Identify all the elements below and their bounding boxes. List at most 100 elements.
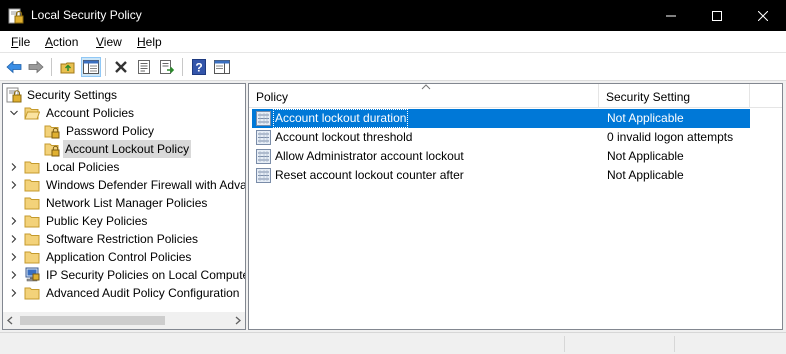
tree-item-network-list-manager-policies[interactable]: Network List Manager Policies bbox=[3, 194, 245, 212]
forward-button[interactable] bbox=[26, 57, 46, 77]
tree-item-local-policies[interactable]: Local Policies bbox=[3, 158, 245, 176]
up-one-level-button[interactable] bbox=[58, 57, 78, 77]
tree-item-label: Password Policy bbox=[66, 124, 155, 138]
svg-text:?: ? bbox=[195, 61, 202, 75]
folder-icon bbox=[24, 215, 40, 228]
column-header-label: Policy bbox=[256, 90, 289, 104]
status-bar bbox=[0, 332, 786, 354]
close-button[interactable] bbox=[740, 0, 786, 31]
folder-icon bbox=[24, 233, 40, 246]
menu-action-label: ction bbox=[53, 35, 79, 49]
back-icon bbox=[6, 60, 22, 74]
ip-security-icon bbox=[25, 267, 40, 282]
scroll-left-icon[interactable] bbox=[6, 316, 14, 325]
policy-setting-icon bbox=[256, 149, 271, 164]
tree-item-label: Account Lockout Policy bbox=[63, 140, 192, 158]
menu-help-mnemonic: H bbox=[137, 35, 146, 49]
security-setting-value: Not Applicable bbox=[607, 111, 684, 125]
chevron-right-icon[interactable] bbox=[9, 180, 19, 190]
sort-ascending-icon bbox=[421, 84, 431, 90]
policy-name: Account lockout threshold bbox=[275, 130, 413, 144]
policy-folder-lock-icon bbox=[44, 143, 60, 157]
window-title: Local Security Policy bbox=[31, 8, 142, 22]
menu-file[interactable]: File bbox=[11, 35, 30, 49]
tree-item-advanced-audit-policy-configuration[interactable]: Advanced Audit Policy Configuration bbox=[3, 284, 245, 302]
tree-item-security-settings[interactable]: Security Settings bbox=[3, 86, 245, 104]
chevron-right-icon[interactable] bbox=[9, 162, 19, 172]
maximize-button[interactable] bbox=[694, 0, 740, 31]
chevron-right-icon[interactable] bbox=[9, 216, 19, 226]
security-setting-value: Not Applicable bbox=[607, 168, 684, 182]
list-row-account-lockout-threshold[interactable]: Account lockout threshold 0 invalid logo… bbox=[252, 128, 750, 147]
column-header-security-setting[interactable]: Security Setting bbox=[599, 84, 750, 108]
export-list-button[interactable] bbox=[157, 57, 177, 77]
tree-item-label: Software Restriction Policies bbox=[46, 232, 199, 246]
policy-setting-icon bbox=[256, 111, 271, 126]
scroll-right-icon[interactable] bbox=[234, 316, 242, 325]
tree-item-label: Advanced Audit Policy Configuration bbox=[46, 286, 240, 300]
chevron-right-icon[interactable] bbox=[9, 252, 19, 262]
toolbar-separator bbox=[105, 58, 106, 76]
policy-folder-lock-icon bbox=[44, 125, 60, 139]
help-button[interactable]: ? bbox=[189, 57, 209, 77]
maximize-icon bbox=[712, 10, 722, 21]
tree-item-label: Application Control Policies bbox=[46, 250, 192, 264]
tree-item-account-lockout-policy[interactable]: Account Lockout Policy bbox=[3, 140, 245, 158]
chevron-right-icon[interactable] bbox=[9, 234, 19, 244]
show-hide-action-pane-button[interactable] bbox=[212, 57, 232, 77]
tree-item-label: Windows Defender Firewall with Adva bbox=[46, 178, 246, 192]
tree-item-label: Security Settings bbox=[27, 88, 118, 102]
status-divider bbox=[564, 336, 565, 352]
list-row-account-lockout-duration[interactable]: Account lockout duration Not Applicable bbox=[252, 109, 750, 128]
chevron-right-icon[interactable] bbox=[9, 270, 19, 280]
policy-setting-icon bbox=[256, 130, 271, 145]
menu-view-label: iew bbox=[103, 35, 122, 49]
menu-help-label: elp bbox=[145, 35, 162, 49]
list-row-allow-administrator-account-lockout[interactable]: Allow Administrator account lockout Not … bbox=[252, 147, 750, 166]
close-icon bbox=[758, 10, 768, 21]
menu-view[interactable]: View bbox=[96, 35, 122, 49]
policy-name: Allow Administrator account lockout bbox=[275, 149, 464, 163]
tree-item-software-restriction-policies[interactable]: Software Restriction Policies bbox=[3, 230, 245, 248]
scrollbar-thumb[interactable] bbox=[20, 316, 165, 325]
properties-button[interactable] bbox=[134, 57, 154, 77]
menu-help[interactable]: Help bbox=[137, 35, 162, 49]
tree-item-label: Network List Manager Policies bbox=[46, 196, 208, 210]
chevron-right-icon[interactable] bbox=[9, 288, 19, 298]
tree-item-application-control-policies[interactable]: Application Control Policies bbox=[3, 248, 245, 266]
tree-horizontal-scrollbar[interactable] bbox=[3, 312, 245, 329]
details-list[interactable]: Policy Security Setting Account lockout … bbox=[248, 83, 783, 330]
back-button[interactable] bbox=[4, 57, 24, 77]
chevron-down-icon[interactable] bbox=[9, 108, 19, 118]
title-bar: Local Security Policy bbox=[0, 0, 786, 31]
status-divider bbox=[674, 336, 675, 352]
export-list-icon bbox=[160, 60, 175, 74]
column-header-label: Security Setting bbox=[606, 90, 691, 104]
delete-button[interactable] bbox=[111, 57, 131, 77]
policy-name: Reset account lockout counter after bbox=[275, 168, 464, 182]
toolbar: ? bbox=[0, 53, 786, 81]
tree-item-password-policy[interactable]: Password Policy bbox=[3, 122, 245, 140]
tree-item-label: Local Policies bbox=[46, 160, 120, 174]
help-icon: ? bbox=[192, 59, 206, 75]
tree-item-windows-defender-firewall[interactable]: Windows Defender Firewall with Adva bbox=[3, 176, 245, 194]
menu-bar: File Action View Help bbox=[0, 31, 786, 53]
toolbar-separator bbox=[182, 58, 183, 76]
action-pane-icon bbox=[214, 60, 230, 74]
tree-item-account-policies[interactable]: Account Policies bbox=[3, 104, 245, 122]
toolbar-separator bbox=[51, 58, 52, 76]
show-hide-console-tree-button[interactable] bbox=[81, 57, 101, 77]
folder-icon bbox=[24, 287, 40, 300]
list-row-reset-account-lockout-counter[interactable]: Reset account lockout counter after Not … bbox=[252, 166, 750, 185]
menu-view-mnemonic: V bbox=[96, 35, 104, 49]
menu-action[interactable]: Action bbox=[45, 35, 78, 49]
security-setting-value: Not Applicable bbox=[607, 149, 684, 163]
column-header-policy[interactable]: Policy bbox=[249, 84, 599, 108]
minimize-icon bbox=[666, 15, 676, 16]
tree-item-ip-security-policies[interactable]: IP Security Policies on Local Compute bbox=[3, 266, 245, 284]
minimize-button[interactable] bbox=[648, 0, 694, 31]
tree-item-label: Account Policies bbox=[46, 106, 135, 120]
console-tree[interactable]: Security Settings Account Policies Passw… bbox=[2, 83, 246, 330]
up-folder-icon bbox=[60, 62, 75, 74]
tree-item-public-key-policies[interactable]: Public Key Policies bbox=[3, 212, 245, 230]
